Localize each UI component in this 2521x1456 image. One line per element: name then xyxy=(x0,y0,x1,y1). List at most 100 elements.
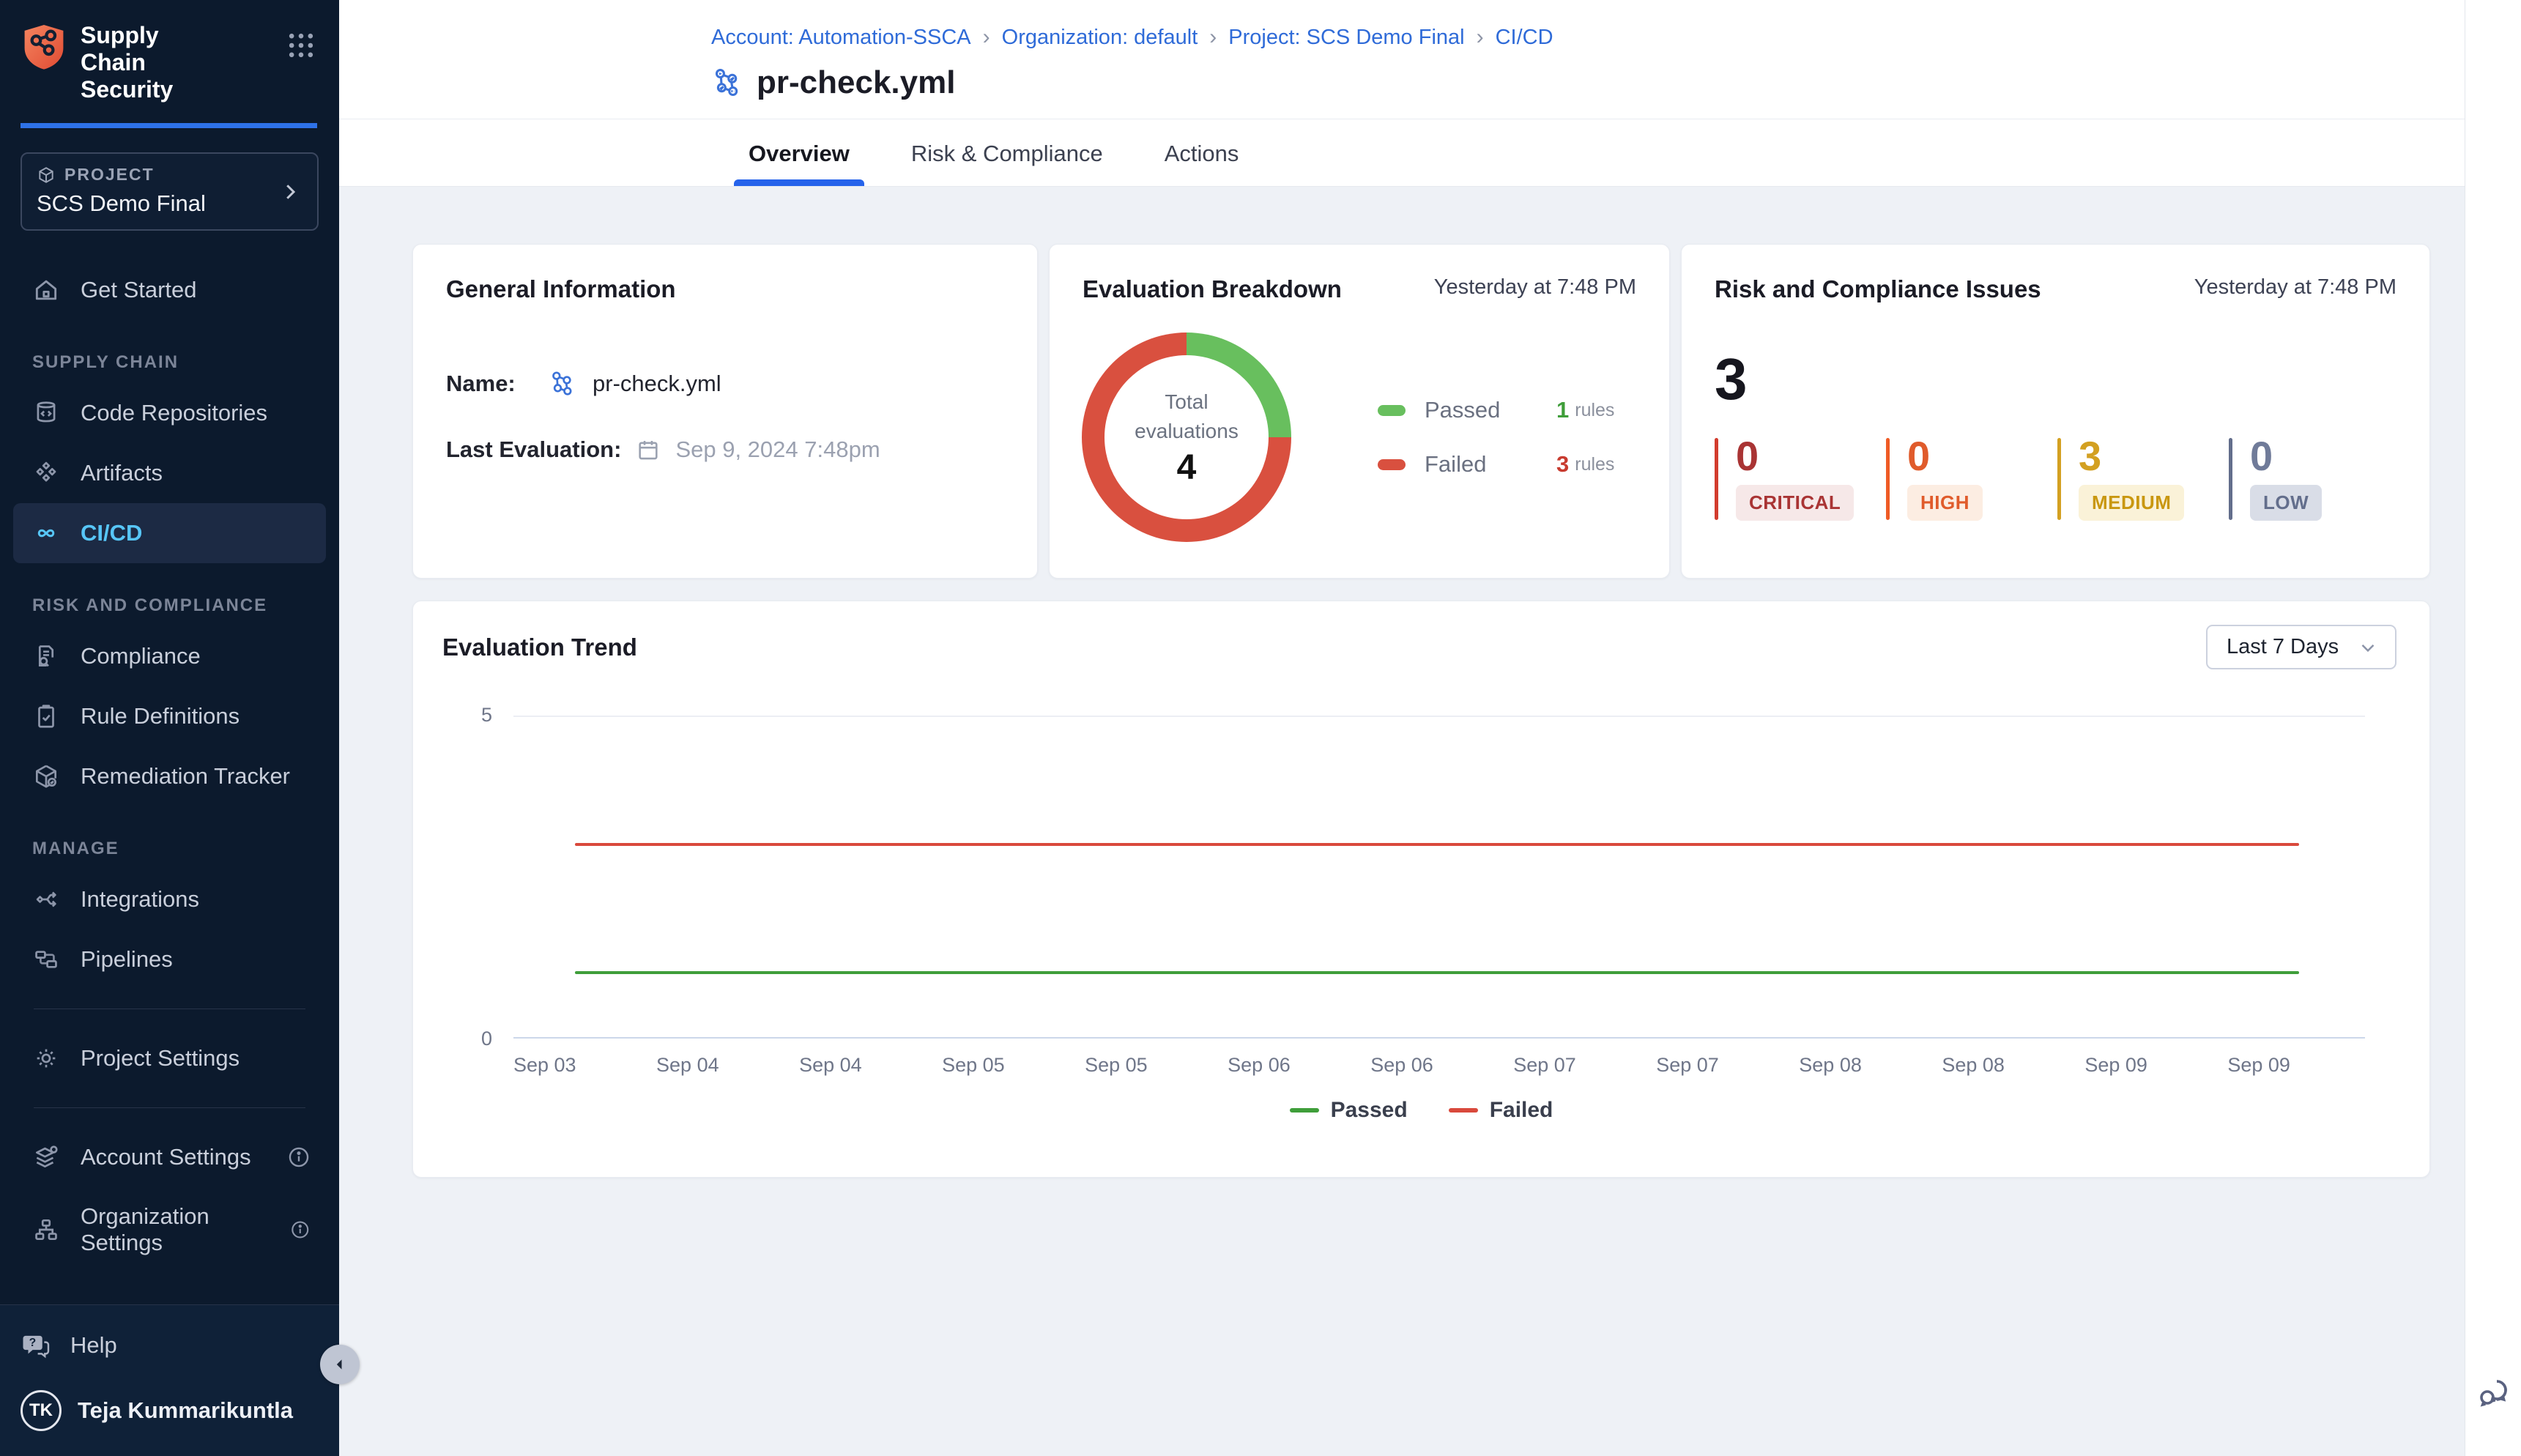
calendar-icon xyxy=(636,437,661,462)
severity-medium: 3 MEDIUM xyxy=(2057,438,2229,521)
layers-gear-icon xyxy=(32,1143,60,1171)
sidebar: Supply Chain Security PROJECT SCS Demo F… xyxy=(0,0,339,1456)
tab-risk-compliance[interactable]: Risk & Compliance xyxy=(907,141,1107,186)
card-title: Evaluation Breakdown xyxy=(1083,275,1342,303)
page-header: Account: Automation-SSCA › Organization:… xyxy=(339,0,2521,119)
sidebar-item-label: Integrations xyxy=(81,886,199,913)
passed-unit: rules xyxy=(1575,400,1614,421)
sidebar-item-project-settings[interactable]: Project Settings xyxy=(13,1028,326,1088)
sidebar-item-label: Remediation Tracker xyxy=(81,763,290,790)
org-hierarchy-gear-icon xyxy=(32,1216,60,1244)
failed-count: 3 xyxy=(1556,451,1569,478)
avatar: TK xyxy=(21,1390,62,1431)
sidebar-divider xyxy=(34,1107,305,1108)
section-manage: MANAGE xyxy=(13,839,326,859)
sidebar-item-integrations[interactable]: Integrations xyxy=(13,869,326,929)
sidebar-item-label: Pipelines xyxy=(81,946,173,973)
passed-line-swatch xyxy=(1290,1108,1319,1113)
legend-passed-row: Passed 1 rules xyxy=(1378,397,1614,423)
sidebar-item-label: Code Repositories xyxy=(81,400,267,426)
date-range-value: Last 7 Days xyxy=(2227,635,2339,659)
supply-chain-security-logo xyxy=(21,22,67,70)
main-area: Account: Automation-SSCA › Organization:… xyxy=(339,0,2521,1456)
sidebar-item-remediation-tracker[interactable]: Remediation Tracker xyxy=(13,746,326,806)
tab-overview[interactable]: Overview xyxy=(744,141,854,186)
pipeline-icon xyxy=(549,369,578,398)
sidebar-item-account-settings[interactable]: Account Settings xyxy=(13,1127,326,1187)
legend-failed-row: Failed 3 rules xyxy=(1378,451,1614,478)
section-risk-and-compliance: RISK AND COMPLIANCE xyxy=(13,595,326,616)
medium-count: 3 xyxy=(2079,438,2184,475)
breadcrumb-cicd[interactable]: CI/CD xyxy=(1496,26,1553,50)
help-button[interactable]: ? Help xyxy=(21,1330,317,1361)
gridline-y5 xyxy=(513,716,2365,717)
donut-center: Total evaluations 4 xyxy=(1104,355,1269,519)
failed-label: Failed xyxy=(1425,451,1534,478)
breadcrumb: Account: Automation-SSCA › Organization:… xyxy=(711,25,2521,50)
chat-support-icon[interactable] xyxy=(2476,1375,2511,1411)
evaluation-trend-card: Evaluation Trend Last 7 Days 5 0 Sep 03 xyxy=(412,601,2430,1178)
tab-actions[interactable]: Actions xyxy=(1160,141,1244,186)
x-tick: Sep 04 xyxy=(656,1054,719,1077)
cicd-infinity-icon xyxy=(32,519,60,547)
severity-row: 0 CRITICAL 0 HIGH xyxy=(1715,438,2429,521)
sidebar-item-label: Compliance xyxy=(81,643,201,669)
x-tick: Sep 03 xyxy=(513,1054,576,1077)
low-badge: LOW xyxy=(2250,485,2322,521)
last-evaluation-label: Last Evaluation: xyxy=(446,437,621,463)
card-title: Evaluation Trend xyxy=(442,634,637,661)
trend-line-chart xyxy=(513,716,2365,1039)
critical-badge: CRITICAL xyxy=(1736,485,1854,521)
info-icon[interactable] xyxy=(289,1217,311,1242)
sidebar-item-pipelines[interactable]: Pipelines xyxy=(13,929,326,989)
sidebar-item-artifacts[interactable]: Artifacts xyxy=(13,443,326,503)
collapse-left-icon xyxy=(333,1357,347,1372)
sidebar-item-organization-settings[interactable]: Organization Settings xyxy=(13,1187,326,1272)
passed-label: Passed xyxy=(1425,397,1534,423)
passed-count: 1 xyxy=(1556,397,1569,423)
legend-failed: Failed xyxy=(1449,1098,1553,1123)
breadcrumb-account[interactable]: Account: Automation-SSCA xyxy=(711,26,971,50)
severity-low: 0 LOW xyxy=(2229,438,2400,521)
tab-bar: Overview Risk & Compliance Actions xyxy=(339,119,2521,187)
x-tick: Sep 08 xyxy=(1942,1054,2005,1077)
medium-badge: MEDIUM xyxy=(2079,485,2184,521)
sidebar-item-get-started[interactable]: Get Started xyxy=(13,260,326,320)
app-switcher-icon[interactable] xyxy=(285,29,317,62)
sidebar-item-code-repositories[interactable]: Code Repositories xyxy=(13,383,326,443)
failed-legend-label: Failed xyxy=(1490,1098,1553,1123)
donut-center-label: Total evaluations xyxy=(1124,387,1249,446)
sidebar-item-cicd[interactable]: CI/CD xyxy=(13,503,326,563)
name-row: Name: pr-check.yml xyxy=(413,369,1037,398)
sidebar-collapse-button[interactable] xyxy=(320,1345,360,1384)
info-icon[interactable] xyxy=(286,1145,311,1170)
last-evaluation-row: Last Evaluation: Sep 9, 2024 7:48pm xyxy=(413,437,1037,463)
remediation-box-icon xyxy=(32,762,60,790)
sidebar-nav: Get Started SUPPLY CHAIN Code Repositori… xyxy=(0,260,339,1272)
breadcrumb-organization[interactable]: Organization: default xyxy=(1002,26,1198,50)
breadcrumb-project[interactable]: Project: SCS Demo Final xyxy=(1228,26,1464,50)
chevron-right-icon xyxy=(279,181,301,203)
severity-bar xyxy=(1886,438,1890,520)
project-name: SCS Demo Final xyxy=(37,190,302,217)
sidebar-item-compliance[interactable]: Compliance xyxy=(13,626,326,686)
svg-text:?: ? xyxy=(29,1337,37,1349)
failed-swatch xyxy=(1378,459,1406,470)
y-axis-tick-0: 0 xyxy=(448,1028,492,1050)
x-tick: Sep 07 xyxy=(1656,1054,1719,1077)
card-title: General Information xyxy=(446,275,676,303)
compliance-doc-icon xyxy=(32,642,60,670)
user-menu[interactable]: TK Teja Kummarikuntla xyxy=(21,1390,317,1431)
breadcrumb-separator: › xyxy=(1209,25,1217,50)
page-title: pr-check.yml xyxy=(757,64,955,101)
gear-icon xyxy=(32,1044,60,1072)
sidebar-item-rule-definitions[interactable]: Rule Definitions xyxy=(13,686,326,746)
failed-line-swatch xyxy=(1449,1108,1478,1113)
project-label: PROJECT xyxy=(64,165,155,185)
sidebar-item-label: CI/CD xyxy=(81,520,142,546)
project-selector[interactable]: PROJECT SCS Demo Final xyxy=(21,152,319,231)
donut-ring: Total evaluations 4 xyxy=(1082,333,1291,542)
x-tick: Sep 07 xyxy=(1513,1054,1576,1077)
date-range-dropdown[interactable]: Last 7 Days xyxy=(2206,625,2396,669)
failed-unit: rules xyxy=(1575,454,1614,475)
